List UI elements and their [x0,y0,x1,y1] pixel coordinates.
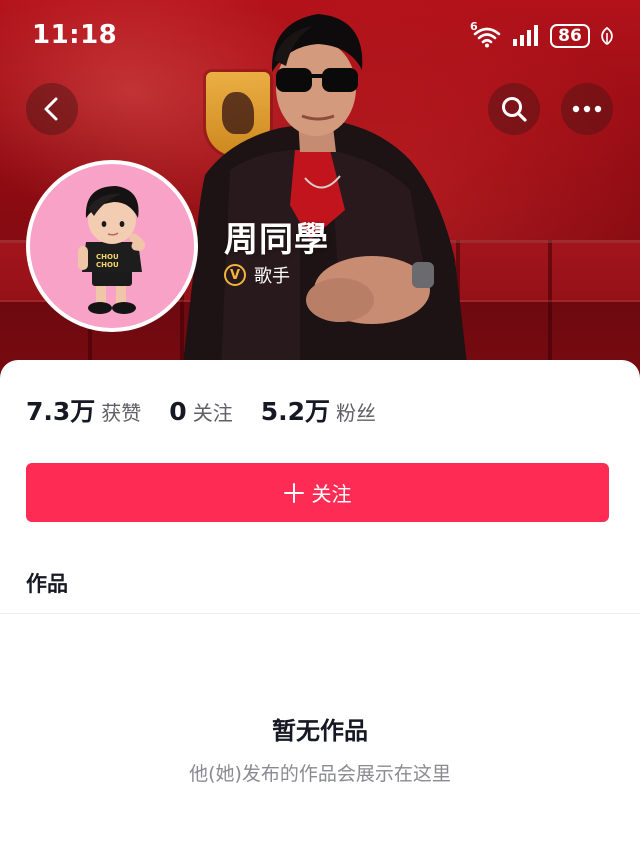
tab-divider [0,613,640,614]
svg-text:CHOU: CHOU [96,261,119,269]
verified-label: 歌手 [254,266,290,287]
status-icons: 6 86 [470,20,614,50]
svg-text:CHOU: CHOU [96,253,119,261]
chevron-left-icon [44,97,58,121]
empty-state-title: 暂无作品 [272,717,368,745]
plus-icon [283,482,304,503]
stat-following[interactable]: 0 关注 [169,397,232,426]
empty-state-subtitle: 他(她)发布的作品会展示在这里 [189,763,451,785]
stat-likes-label: 获赞 [101,401,142,425]
stat-likes-value: 7.3万 [26,397,96,426]
verification-row: V 歌手 [224,262,290,288]
stat-following-value: 0 [169,397,187,426]
network-type-label: 6 [470,20,478,33]
avatar[interactable]: CHOU CHOU [26,160,198,332]
search-icon [502,97,527,122]
signal-icon [513,25,538,46]
more-dots-icon [572,105,602,113]
follow-button-label: 关注 [311,482,352,506]
stat-followers-value: 5.2万 [260,397,330,426]
tab-works[interactable]: 作品 [26,568,68,598]
battery-level: 86 [558,26,582,46]
profile-name: 周同學 [224,220,329,260]
stat-followers[interactable]: 5.2万 粉丝 [261,392,376,428]
follow-button[interactable]: 关注 [26,463,609,522]
more-button[interactable] [561,83,613,135]
stat-followers-label: 粉丝 [336,401,376,425]
power-saving-leaf-icon [601,27,613,45]
verified-badge-icon: V [224,264,246,286]
back-button[interactable] [26,83,78,135]
search-button[interactable] [488,83,540,135]
battery-icon: 86 [550,24,590,48]
avatar-cartoon-image: CHOU CHOU [78,186,145,314]
stats-row: 7.3万 获赞 0 关注 5.2万 粉丝 [26,392,404,426]
stat-likes[interactable]: 7.3万 获赞 [26,392,141,428]
status-time: 11:18 [32,20,118,50]
status-bar: 11:18 6 86 [0,0,640,70]
wifi-icon: 6 [470,20,502,48]
stat-following-label: 关注 [192,401,233,425]
